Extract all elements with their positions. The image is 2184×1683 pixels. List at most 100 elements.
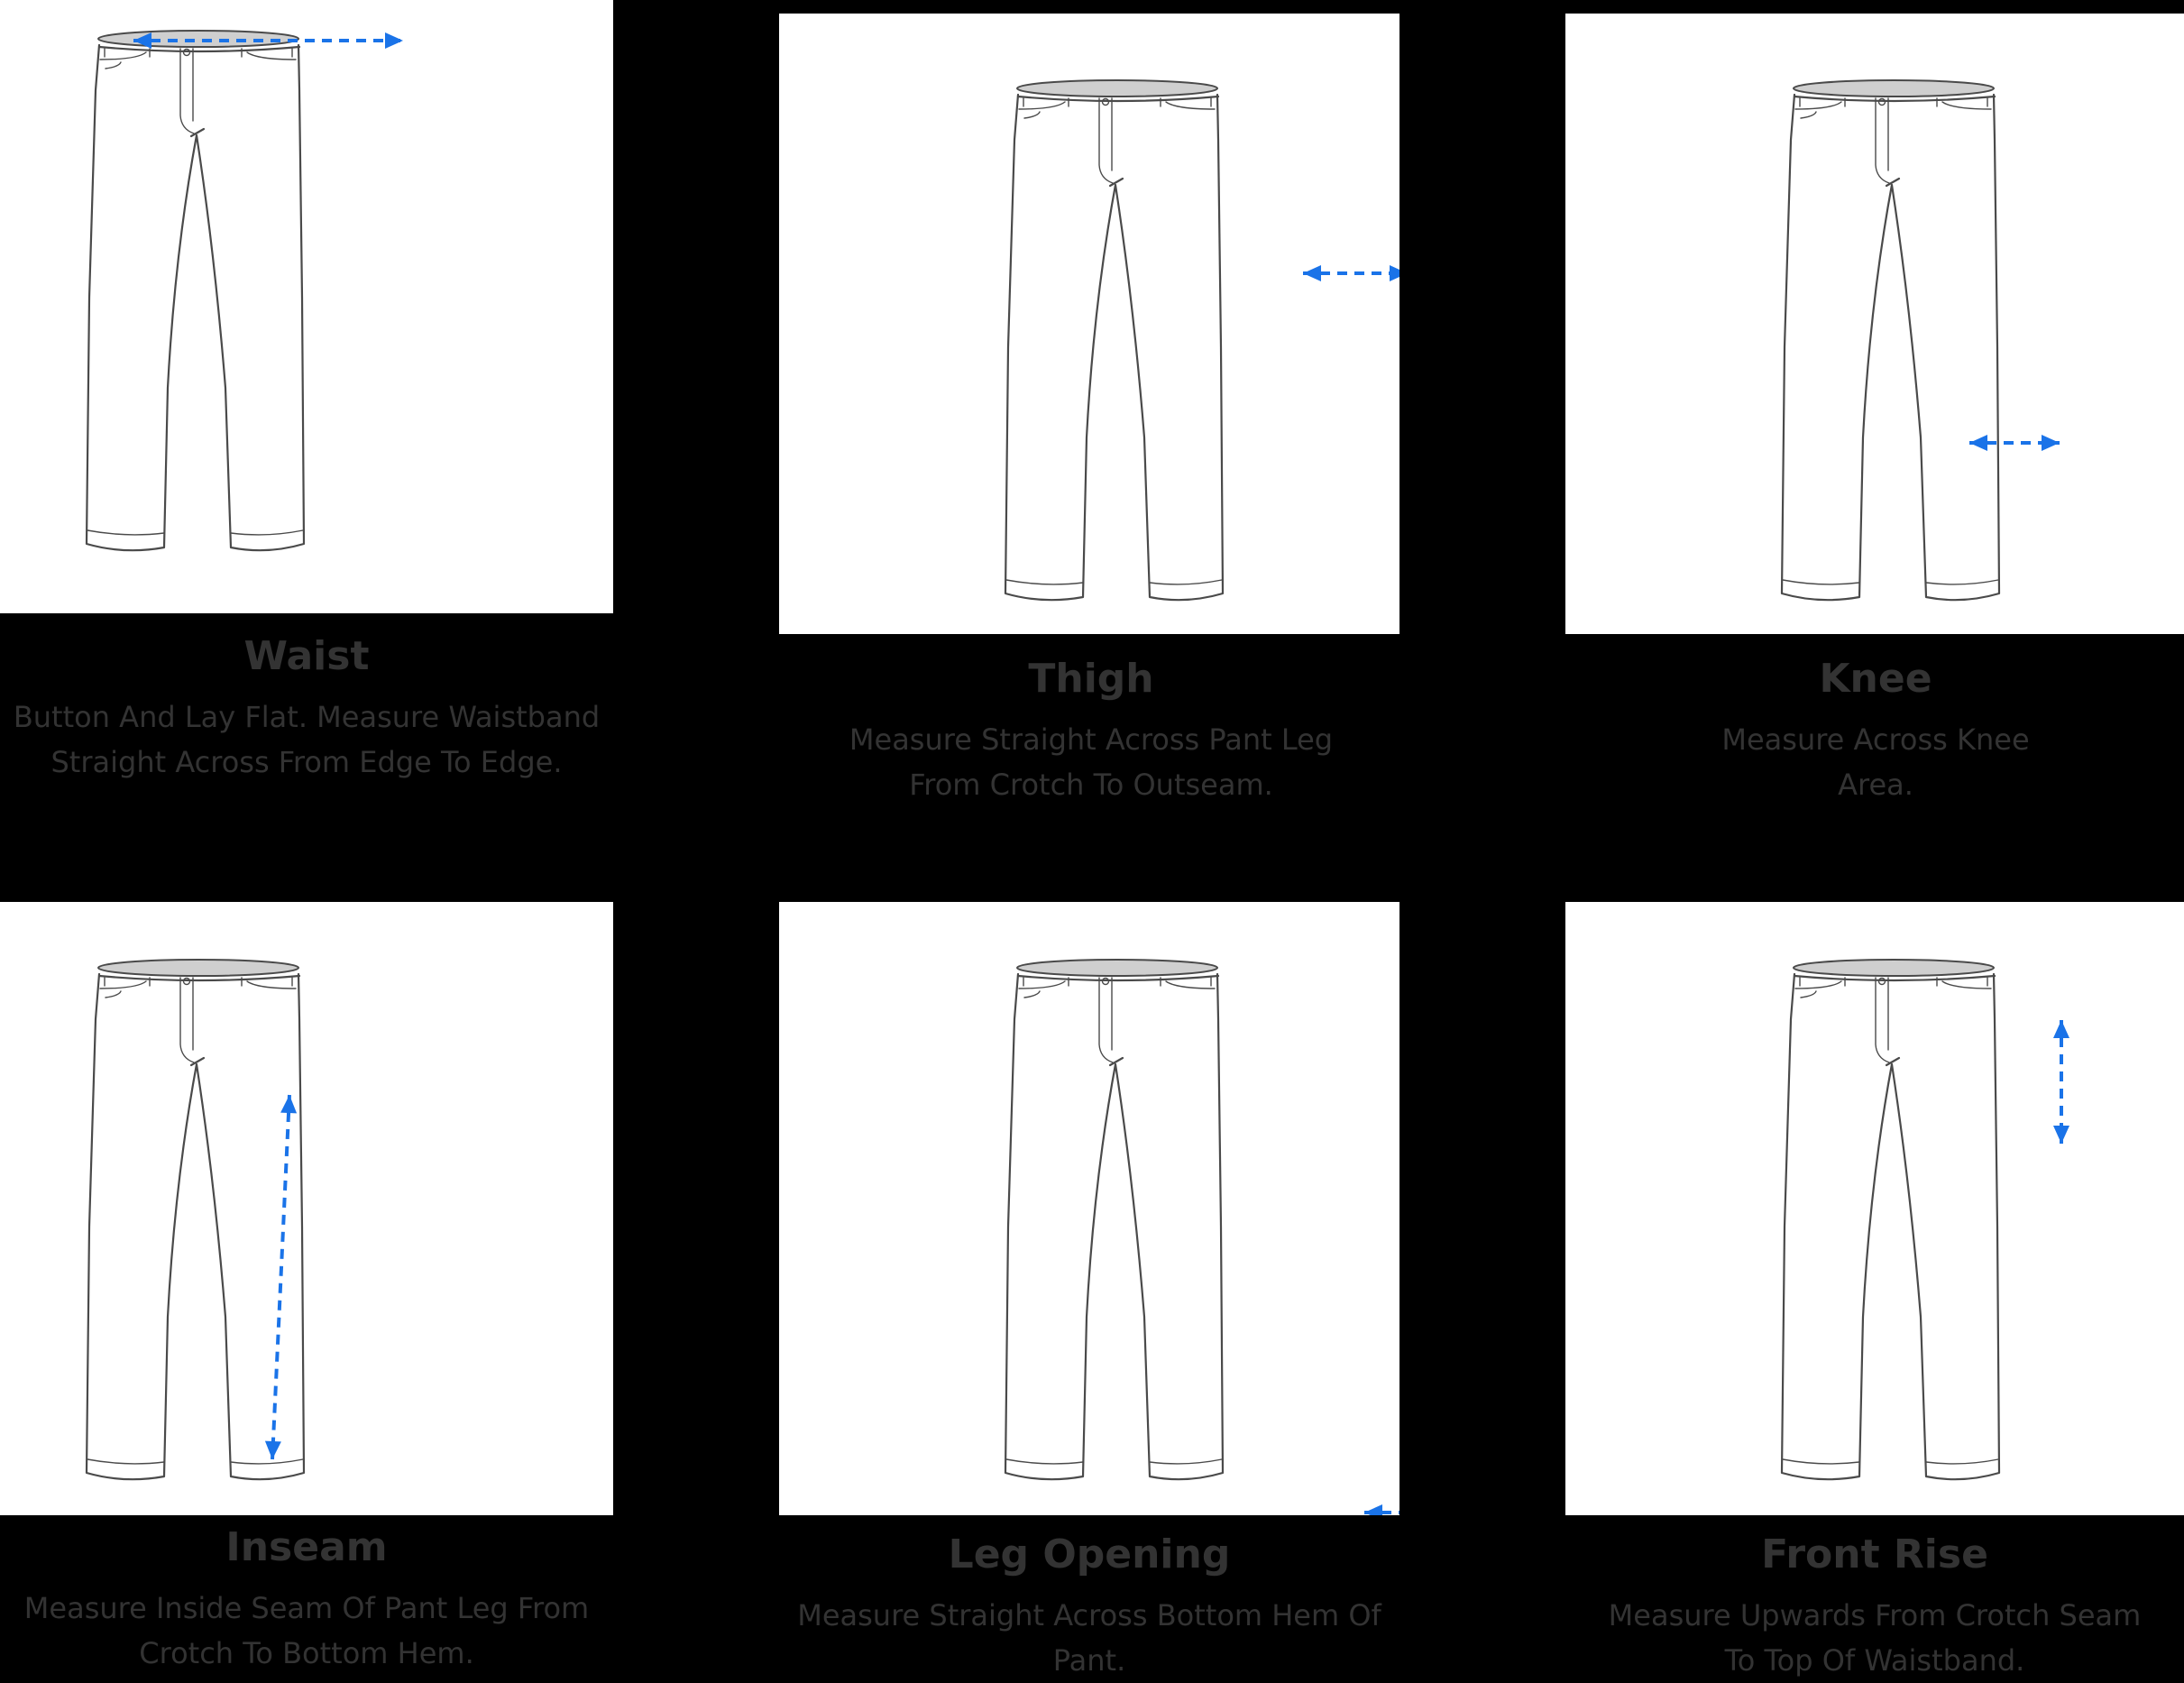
arrow-head bbox=[2053, 1020, 2069, 1038]
waist-caption: Waist Button And Lay Flat. Measure Waist… bbox=[0, 631, 613, 785]
leg-opening-diagram-panel bbox=[779, 902, 1399, 1515]
waistband-opening bbox=[1016, 959, 1218, 977]
left-pocket bbox=[1794, 101, 1842, 110]
fly-stitch bbox=[1098, 977, 1114, 1063]
pants-outline bbox=[85, 43, 306, 552]
knee-description: Measure Across Knee Area. bbox=[1721, 722, 2030, 802]
left-pocket bbox=[99, 980, 147, 989]
thigh-title: Thigh bbox=[1028, 656, 1154, 702]
knee-diagram-panel bbox=[1565, 14, 2184, 634]
pants-outline bbox=[85, 972, 306, 1481]
front-rise-caption: Front Rise Measure Upwards From Crotch S… bbox=[1592, 1530, 2157, 1683]
fly-stitch bbox=[1875, 97, 1890, 184]
waistband-opening bbox=[1016, 79, 1218, 97]
right-hem-line bbox=[1149, 1458, 1223, 1465]
left-hem-line bbox=[87, 1458, 165, 1465]
fly-stitch bbox=[1098, 97, 1114, 184]
arrow-head bbox=[280, 1095, 298, 1114]
measurement-arrow bbox=[2053, 1020, 2069, 1144]
fly-stitch bbox=[179, 48, 195, 134]
right-pocket bbox=[1941, 980, 1992, 989]
waist-description: Button And Lay Flat. Measure Waistband S… bbox=[13, 700, 601, 779]
pants-drawing bbox=[85, 30, 403, 552]
arrow-head bbox=[1364, 1504, 1382, 1515]
thigh-diagram-panel bbox=[779, 14, 1399, 634]
left-pocket bbox=[1794, 980, 1842, 989]
inseam-description: Measure Inside Seam Of Pant Leg From Cro… bbox=[23, 1591, 590, 1670]
left-coin-pocket bbox=[1023, 990, 1041, 998]
arrow-head bbox=[385, 32, 403, 49]
knee-caption: Knee Measure Across Knee Area. bbox=[1695, 654, 2056, 807]
pants-outline bbox=[1780, 972, 2001, 1481]
waistband-opening bbox=[97, 959, 299, 977]
pants-drawing bbox=[1004, 959, 1399, 1515]
leg-opening-description: Measure Straight Across Bottom Hem Of Pa… bbox=[797, 1598, 1381, 1678]
knee-title: Knee bbox=[1819, 656, 1932, 702]
thigh-caption: Thigh Measure Straight Across Pant Leg F… bbox=[821, 654, 1362, 807]
left-pocket bbox=[99, 51, 147, 60]
measurement-arrow bbox=[264, 1094, 298, 1460]
thigh-pants-illustration bbox=[1004, 79, 1399, 602]
right-pocket bbox=[246, 51, 297, 60]
front-rise-pants-illustration bbox=[1780, 959, 2069, 1481]
waist-diagram-panel bbox=[0, 0, 613, 613]
pants-drawing bbox=[1780, 959, 2069, 1481]
arrow-head bbox=[264, 1440, 281, 1459]
left-hem-line bbox=[1782, 579, 1860, 585]
inseam-pants-illustration bbox=[85, 959, 306, 1481]
right-pocket bbox=[1165, 101, 1216, 110]
pants-outline bbox=[1780, 93, 2001, 602]
arrow-dashed-line bbox=[271, 1094, 291, 1460]
leg-opening-pants-illustration bbox=[1004, 959, 1399, 1515]
leg-opening-title: Leg Opening bbox=[948, 1531, 1231, 1577]
right-pocket bbox=[1165, 980, 1216, 989]
waistband-opening bbox=[1793, 79, 1995, 97]
pants-outline bbox=[1004, 972, 1225, 1481]
inseam-caption: Inseam Measure Inside Seam Of Pant Leg F… bbox=[0, 1522, 613, 1676]
waistband-opening bbox=[97, 30, 299, 48]
waist-pants-illustration bbox=[85, 30, 403, 552]
fly-stitch bbox=[179, 977, 195, 1063]
front-rise-diagram-panel bbox=[1565, 902, 2184, 1515]
pants-drawing bbox=[85, 959, 306, 1481]
left-coin-pocket bbox=[1800, 111, 1817, 119]
arrow-head bbox=[1303, 265, 1321, 281]
measurement-arrow bbox=[1303, 265, 1399, 281]
left-hem-line bbox=[87, 529, 165, 536]
pants-outline bbox=[1004, 93, 1225, 602]
measurement-arrow bbox=[1364, 1504, 1399, 1515]
arrow-head bbox=[1969, 435, 1987, 451]
leg-opening-caption: Leg Opening Measure Straight Across Bott… bbox=[797, 1530, 1381, 1683]
inseam-title: Inseam bbox=[225, 1524, 388, 1570]
front-rise-description: Measure Upwards From Crotch Seam To Top … bbox=[1608, 1598, 2142, 1678]
knee-pants-illustration bbox=[1780, 79, 2060, 602]
arrow-head bbox=[2042, 435, 2060, 451]
pants-drawing bbox=[1004, 79, 1399, 602]
right-pocket bbox=[1941, 101, 1992, 110]
fly-stitch bbox=[1875, 977, 1890, 1063]
pants-drawing bbox=[1780, 79, 2060, 602]
right-hem-line bbox=[230, 1458, 304, 1465]
right-hem-line bbox=[1925, 579, 1999, 585]
right-hem-line bbox=[1925, 1458, 1999, 1465]
waist-title: Waist bbox=[243, 633, 370, 679]
arrow-head bbox=[2053, 1126, 2069, 1144]
left-pocket bbox=[1018, 980, 1066, 989]
left-hem-line bbox=[1005, 1458, 1084, 1465]
front-rise-title: Front Rise bbox=[1761, 1531, 1988, 1577]
left-pocket bbox=[1018, 101, 1066, 110]
right-hem-line bbox=[1149, 579, 1223, 585]
left-coin-pocket bbox=[1800, 990, 1817, 998]
thigh-description: Measure Straight Across Pant Leg From Cr… bbox=[849, 722, 1334, 802]
arrow-head bbox=[1390, 265, 1399, 281]
left-coin-pocket bbox=[105, 990, 122, 998]
waistband-opening bbox=[1793, 959, 1995, 977]
inseam-diagram-panel bbox=[0, 902, 613, 1515]
measurement-arrow bbox=[1969, 435, 2060, 451]
left-hem-line bbox=[1005, 579, 1084, 585]
right-hem-line bbox=[230, 529, 304, 536]
right-pocket bbox=[246, 980, 297, 989]
left-coin-pocket bbox=[1023, 111, 1041, 119]
left-hem-line bbox=[1782, 1458, 1860, 1465]
left-coin-pocket bbox=[105, 61, 122, 69]
